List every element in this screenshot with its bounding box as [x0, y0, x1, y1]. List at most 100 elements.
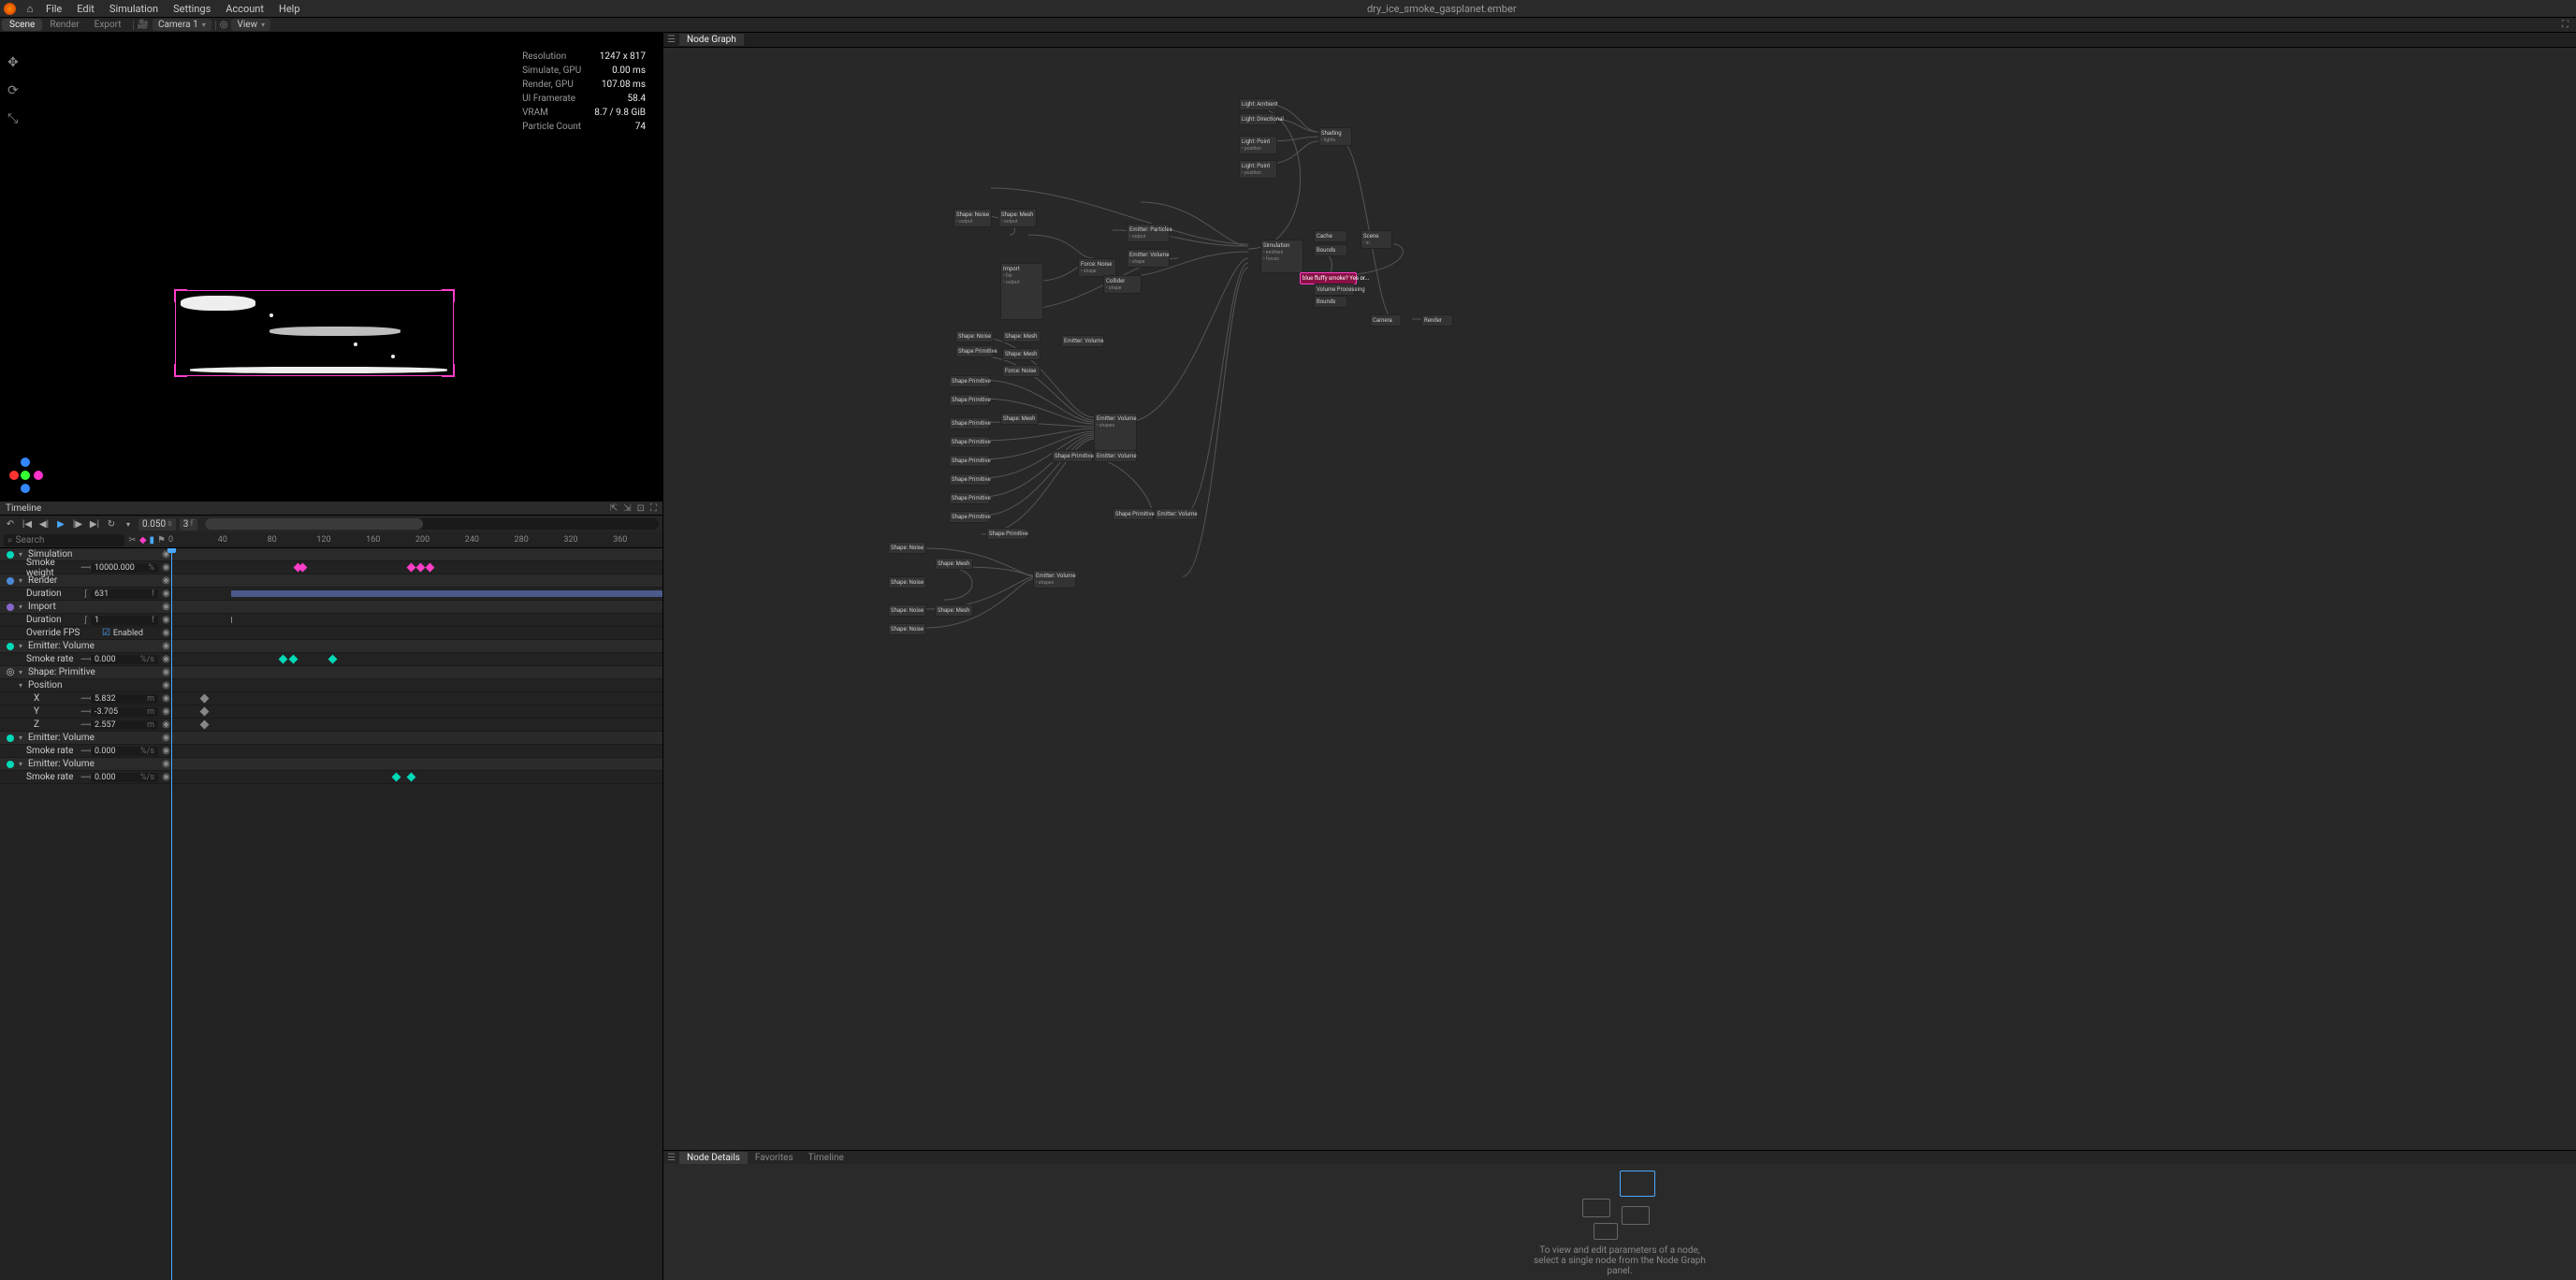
- curve-icon[interactable]: ⟿: [80, 720, 91, 730]
- track-emitter-volume-2[interactable]: Emitter: Volume: [28, 733, 160, 743]
- graph-node[interactable]: Shape Primitive: [949, 511, 990, 523]
- chevron-down-icon[interactable]: ▾: [19, 576, 28, 585]
- fit-icon[interactable]: ⊡: [637, 503, 645, 514]
- scissors-icon[interactable]: ✂: [128, 535, 136, 545]
- curve-icon[interactable]: ⟿: [80, 694, 91, 704]
- play-icon[interactable]: ▶: [54, 519, 67, 530]
- graph-node[interactable]: Shape: Noise: [888, 623, 926, 635]
- graph-node[interactable]: Render: [1421, 314, 1453, 327]
- smoke-rate-field-3[interactable]: 0.000%/s: [91, 773, 158, 782]
- smoke-rate-field[interactable]: 0.000%/s: [91, 655, 158, 664]
- scale-tool-icon[interactable]: ⤡: [7, 111, 19, 126]
- graph-node[interactable]: Import• file• output: [1000, 263, 1043, 320]
- y-field[interactable]: -3.705m: [91, 707, 158, 717]
- menu-simulation[interactable]: Simulation: [102, 3, 166, 15]
- graph-node[interactable]: Emitter: Volume: [1155, 508, 1198, 520]
- graph-node[interactable]: Shape: Mesh: [935, 604, 973, 617]
- graph-node[interactable]: Bounds: [1314, 296, 1347, 308]
- graph-node[interactable]: Light: Point• position: [1239, 160, 1277, 179]
- graph-node[interactable]: Shape Primitive: [949, 394, 990, 406]
- track-smoke-rate-3[interactable]: Smoke rate: [26, 772, 80, 782]
- tab-favorites[interactable]: Favorites: [748, 1152, 801, 1164]
- track-render[interactable]: Render: [28, 575, 160, 586]
- z-field[interactable]: 2.557m: [91, 720, 158, 730]
- graph-node[interactable]: Emitter: Volume• shapes: [1094, 413, 1137, 451]
- menu-file[interactable]: File: [38, 3, 69, 15]
- search-input[interactable]: ⌕Search: [4, 534, 124, 546]
- graph-node[interactable]: Shape: Mesh: [1000, 413, 1039, 425]
- graph-node[interactable]: Shape Primitive: [949, 473, 990, 486]
- graph-node[interactable]: Shape: Noise: [955, 330, 994, 342]
- frame-field[interactable]: 3f: [180, 518, 197, 531]
- skip-end-icon[interactable]: ▶|: [88, 519, 101, 530]
- timeline-scrubber[interactable]: [205, 518, 659, 530]
- track-x[interactable]: X: [34, 693, 80, 704]
- track-smoke-rate-2[interactable]: Smoke rate: [26, 746, 80, 756]
- graph-node[interactable]: Shape Primitive: [949, 455, 990, 467]
- menu-account[interactable]: Account: [218, 3, 271, 15]
- graph-node[interactable]: Camera: [1370, 314, 1402, 327]
- graph-node[interactable]: Shape Primitive: [949, 417, 990, 429]
- graph-node[interactable]: Light: Ambient: [1239, 98, 1277, 110]
- tab-node-graph[interactable]: Node Graph: [679, 34, 744, 46]
- expand-icon[interactable]: ⛶: [2562, 20, 2569, 30]
- tab-timeline[interactable]: Timeline: [801, 1152, 851, 1164]
- graph-node[interactable]: Shape: Noise• output: [953, 209, 992, 227]
- collapse-icon[interactable]: ⇱: [610, 503, 618, 514]
- graph-node[interactable]: Shape: Noise: [888, 576, 926, 589]
- track-position[interactable]: Position: [28, 680, 160, 691]
- smoke-rate-field-2[interactable]: 0.000%/s: [91, 747, 158, 756]
- step-forward-icon[interactable]: |▶: [71, 519, 84, 530]
- curve-icon[interactable]: ⟿: [80, 655, 91, 664]
- playhead[interactable]: [171, 548, 172, 1280]
- home-icon[interactable]: ⌂: [22, 3, 38, 15]
- graph-node[interactable]: Shape Primitive: [955, 345, 994, 357]
- panel-icon[interactable]: ☰: [667, 35, 676, 45]
- graph-node[interactable]: Shape Primitive: [986, 528, 1027, 540]
- track-override-fps[interactable]: Override FPS: [26, 628, 102, 638]
- expand-icon[interactable]: ⇲: [623, 503, 631, 514]
- chevron-down-icon[interactable]: ▾: [19, 603, 28, 611]
- camera-dropdown[interactable]: Camera 1▾: [153, 19, 211, 31]
- tab-export[interactable]: Export: [87, 19, 129, 31]
- graph-node[interactable]: Emitter: Volume• shapes: [1033, 570, 1076, 589]
- graph-node[interactable]: Shape Primitive: [1052, 450, 1093, 462]
- curve-icon[interactable]: ⟿: [80, 707, 91, 717]
- graph-node[interactable]: Shape Primitive: [949, 375, 990, 387]
- graph-node[interactable]: Shading• lights: [1318, 127, 1352, 146]
- node-graph[interactable]: Light: Ambient Light: Directional Light:…: [663, 48, 2576, 1150]
- track-z[interactable]: Z: [34, 720, 80, 730]
- track-import-duration[interactable]: Duration: [26, 615, 80, 625]
- speed-field[interactable]: 0.050s: [138, 518, 176, 531]
- menu-settings[interactable]: Settings: [166, 3, 218, 15]
- chevron-down-icon[interactable]: ▾: [19, 681, 28, 690]
- move-tool-icon[interactable]: ✥: [7, 55, 19, 70]
- graph-node[interactable]: Shape: Mesh: [935, 558, 973, 570]
- track-import[interactable]: Import: [28, 602, 160, 612]
- graph-node[interactable]: Light: Point• position: [1239, 136, 1277, 154]
- tab-scene[interactable]: Scene: [2, 19, 42, 31]
- graph-node[interactable]: Bounds: [1314, 244, 1347, 256]
- loop-icon[interactable]: ↻: [105, 519, 118, 530]
- graph-node[interactable]: Collider• shape: [1103, 275, 1142, 294]
- menu-edit[interactable]: Edit: [69, 3, 102, 15]
- viewport[interactable]: ✥ ⟳ ⤡ Resolution1247 x 817 Simulate, GPU…: [0, 33, 662, 501]
- graph-node[interactable]: Volume Processing: [1314, 284, 1355, 296]
- graph-node[interactable]: Shape: Mesh: [1002, 330, 1041, 342]
- key-icon[interactable]: ◆: [139, 535, 147, 545]
- graph-node[interactable]: Scene• in: [1361, 230, 1392, 249]
- graph-node[interactable]: Emitter: Volume• shape: [1127, 249, 1170, 268]
- tab-render[interactable]: Render: [42, 19, 86, 31]
- chevron-down-icon[interactable]: ▾: [19, 668, 28, 676]
- tracks-panel[interactable]: ▾Simulation◉ Smoke weight⟿10000.000%◉ ▾R…: [0, 548, 662, 1280]
- marker-icon[interactable]: ▮: [150, 535, 155, 545]
- menu-help[interactable]: Help: [271, 3, 308, 15]
- graph-node[interactable]: Cache: [1314, 230, 1347, 242]
- graph-node[interactable]: Force: Noise• shape: [1078, 258, 1116, 277]
- track-smoke-rate[interactable]: Smoke rate: [26, 654, 80, 664]
- chevron-down-icon[interactable]: ▾: [122, 520, 135, 529]
- chevron-down-icon[interactable]: ▾: [19, 642, 28, 650]
- smoke-weight-field[interactable]: 10000.000%: [91, 563, 158, 573]
- rotate-tool-icon[interactable]: ⟳: [7, 83, 19, 98]
- view-dropdown[interactable]: View▾: [231, 19, 270, 31]
